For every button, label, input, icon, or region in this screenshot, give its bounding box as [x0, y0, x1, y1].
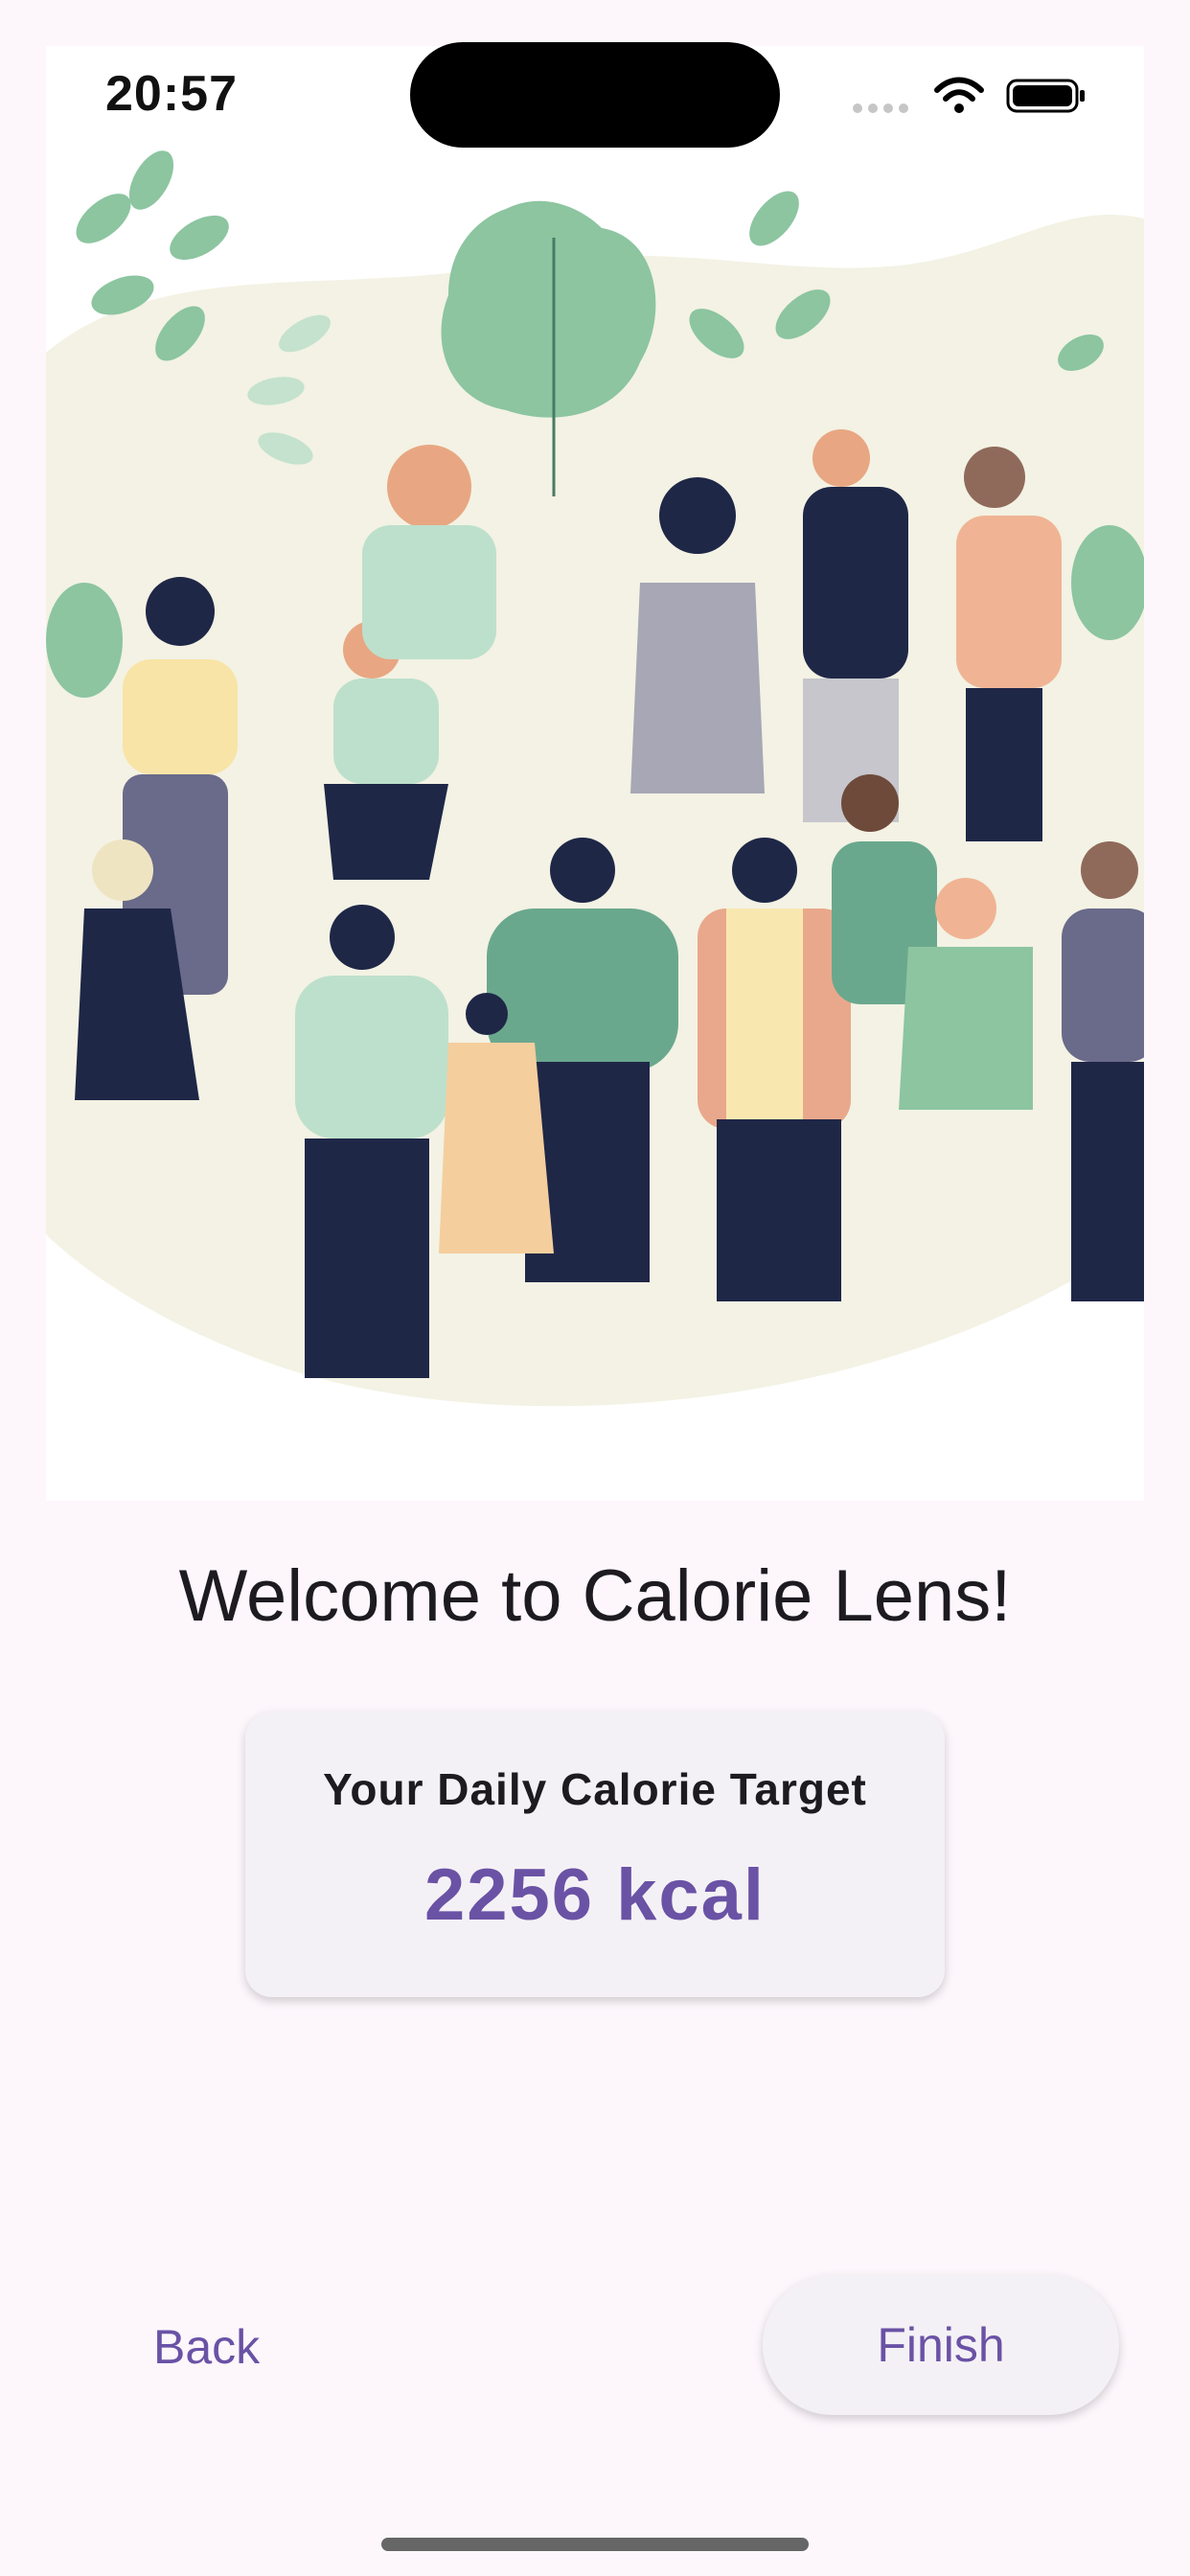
calorie-target-card: Your Daily Calorie Target 2256 kcal — [245, 1712, 945, 1997]
status-time: 20:57 — [105, 66, 238, 122]
finish-button[interactable]: Finish — [763, 2275, 1119, 2415]
welcome-illustration — [46, 46, 1144, 1501]
back-button[interactable]: Back — [153, 2304, 345, 2390]
calorie-target-label: Your Daily Calorie Target — [323, 1764, 867, 1814]
wifi-icon — [933, 77, 985, 120]
welcome-title: Welcome to Calorie Lens! — [178, 1555, 1012, 1637]
dynamic-island — [410, 42, 780, 148]
battery-icon — [1006, 77, 1087, 120]
calorie-target-value: 2256 kcal — [423, 1854, 767, 1936]
home-indicator — [381, 2538, 809, 2551]
signal-icon — [853, 104, 908, 113]
